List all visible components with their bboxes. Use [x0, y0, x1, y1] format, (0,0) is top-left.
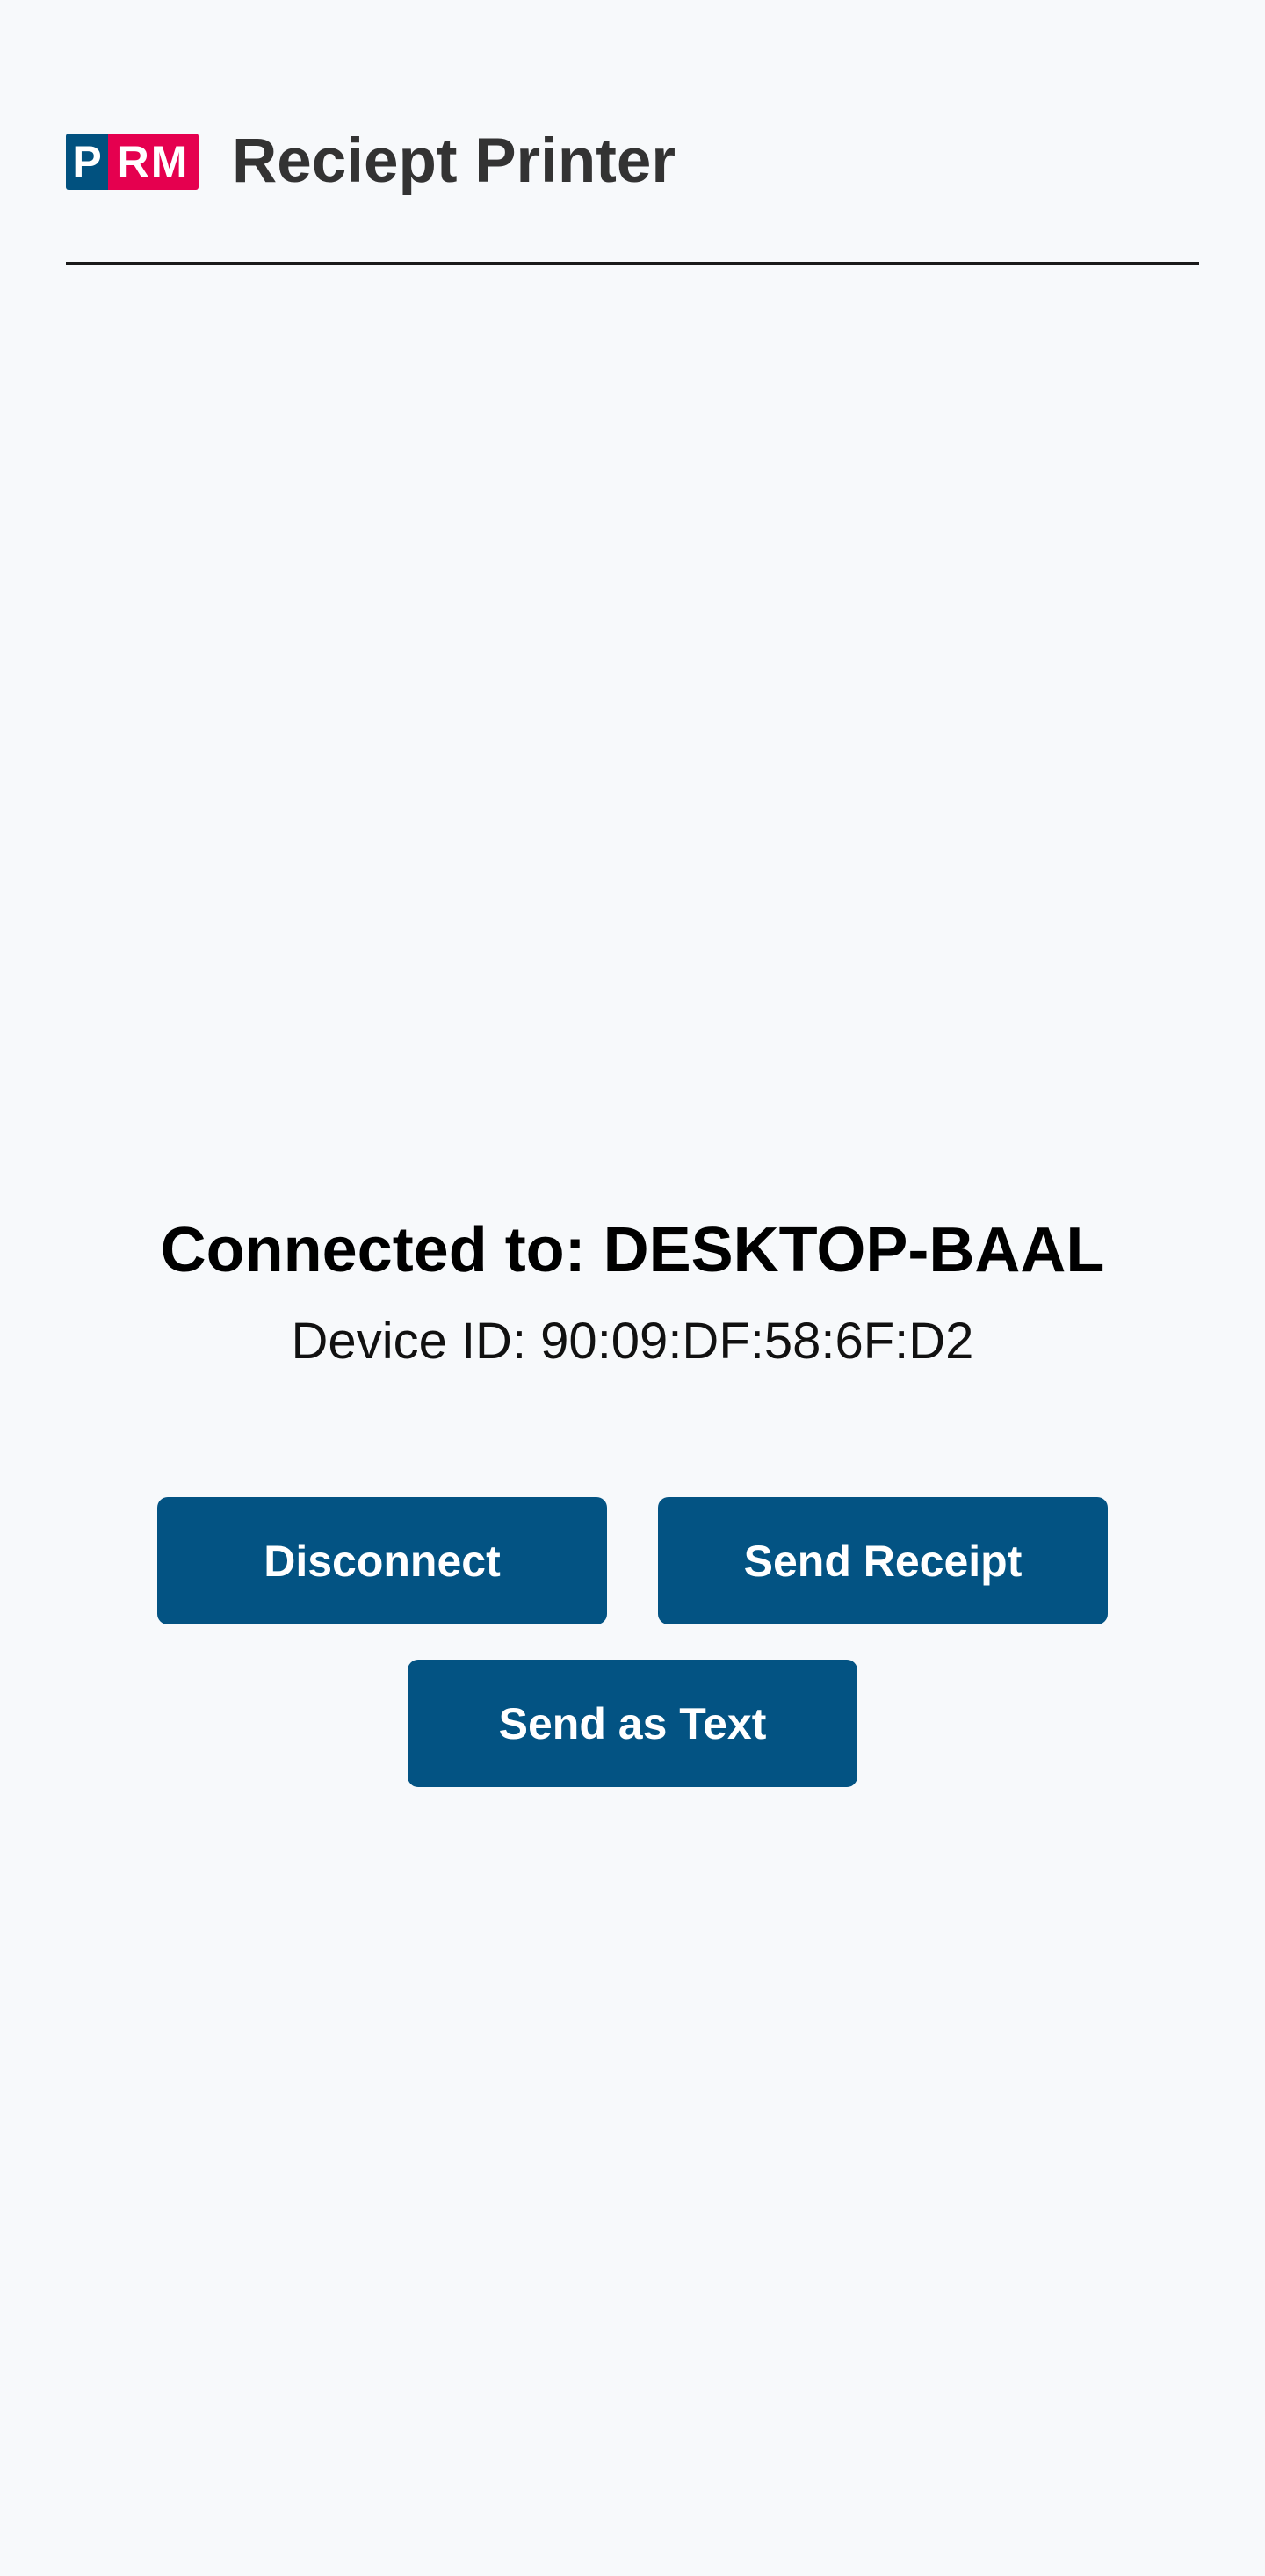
device-id-label: Device ID: 90:09:DF:58:6F:D2	[291, 1313, 974, 1371]
logo-letter-p: P	[66, 133, 108, 190]
prm-logo: P RM	[66, 133, 199, 190]
send-as-text-button[interactable]: Send as Text	[408, 1660, 857, 1787]
connected-device-label: Connected to: DESKTOP-BAAL	[160, 1215, 1105, 1285]
send-receipt-button[interactable]: Send Receipt	[658, 1497, 1108, 1624]
logo-letters-rm: RM	[108, 133, 199, 190]
header-divider	[66, 262, 1199, 265]
app-header: P RM Reciept Printer	[66, 130, 676, 192]
app-title: Reciept Printer	[232, 127, 676, 196]
connection-status: Connected to: DESKTOP-BAAL Device ID: 90…	[0, 1212, 1265, 1372]
disconnect-button[interactable]: Disconnect	[157, 1497, 607, 1624]
